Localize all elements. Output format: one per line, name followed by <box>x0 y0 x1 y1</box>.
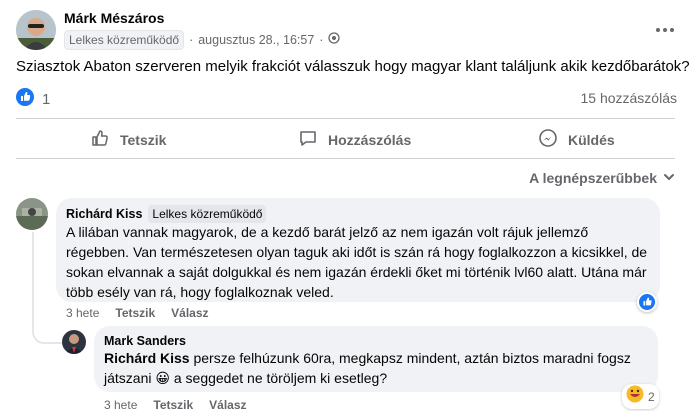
comment-age[interactable]: 3 hete <box>66 306 99 320</box>
mention-link[interactable]: Richárd Kiss <box>104 350 190 366</box>
send-button[interactable]: Küldés <box>538 128 615 151</box>
post-text: Sziasztok Abaton szerveren melyik frakci… <box>16 58 690 75</box>
reply-line-text: a seggedet ne töröljem ki esetleg? <box>173 370 388 386</box>
ellipsis-horizontal-icon <box>656 28 674 32</box>
reply-author-avatar[interactable] <box>62 330 86 354</box>
post-meta-row: Lelkes közreműködő · augusztus 28., 16:5… <box>64 30 341 50</box>
reply-bubble: Mark Sanders Richárd Kiss persze felhúzu… <box>94 326 658 392</box>
comment-author-avatar[interactable] <box>16 198 48 230</box>
speech-bubble-icon <box>298 128 318 151</box>
comment-button[interactable]: Hozzászólás <box>298 128 411 151</box>
divider <box>16 158 675 159</box>
meta-separator: · <box>319 33 324 47</box>
post-timestamp[interactable]: augusztus 28., 16:57 <box>198 33 314 47</box>
reply-actions: 3 hete Tetszik Válasz <box>104 398 247 411</box>
thumbs-up-icon <box>90 128 110 151</box>
comment-text: A lilában vannak magyarok, de a kezdő ba… <box>66 222 656 302</box>
reply-line: Richárd Kiss persze felhúzunk 60ra, megk… <box>104 348 654 368</box>
send-label: Küldés <box>568 131 615 148</box>
comment-line: több esély van rá, hogy foglalkoznak vel… <box>66 284 334 300</box>
avatar-photo-icon <box>16 10 56 50</box>
reply-line-text: persze felhúzunk 60ra, megkapsz mindent,… <box>193 350 631 366</box>
reply-line-text: játszani <box>104 370 152 386</box>
messenger-icon <box>538 128 558 151</box>
reply-age[interactable]: 3 hete <box>104 398 137 411</box>
avatar-photo-icon <box>16 198 48 230</box>
post-author-name[interactable]: Márk Mészáros <box>64 10 164 26</box>
comment-line: régebben. Van természetesen olyan taguk … <box>66 244 648 260</box>
sort-label: A legnépszerűbbek <box>529 170 657 186</box>
comment-line: A lilában vannak magyarok, de a kezdő ba… <box>66 224 589 240</box>
reply-like-link[interactable]: Tetszik <box>153 398 193 411</box>
like-reaction-icon <box>639 294 655 310</box>
like-reaction-icon <box>16 88 34 111</box>
comment-like-link[interactable]: Tetszik <box>115 306 155 320</box>
comment-label: Hozzászólás <box>328 131 412 148</box>
haha-reaction-icon <box>626 385 644 408</box>
comment-reply-link[interactable]: Válasz <box>171 306 208 320</box>
meta-separator: · <box>189 33 194 47</box>
reply-text: Richárd Kiss persze felhúzunk 60ra, megk… <box>104 348 654 388</box>
divider <box>16 118 675 119</box>
comment-author-badge: Lelkes közreműködő <box>148 205 267 223</box>
chevron-down-icon <box>663 170 675 186</box>
comment-count-link[interactable]: 15 hozzászólás <box>580 90 677 106</box>
post-author-avatar[interactable] <box>16 10 56 50</box>
post-more-button[interactable] <box>655 20 675 32</box>
reply-reaction-count: 2 <box>648 389 655 404</box>
comment-sort-dropdown[interactable]: A legnépszerűbbek <box>529 170 675 186</box>
like-button[interactable]: Tetszik <box>90 128 166 151</box>
reply-line: játszani 😀 a seggedet ne töröljem ki ese… <box>104 368 654 388</box>
reply-author-name[interactable]: Mark Sanders <box>104 334 186 348</box>
like-label: Tetszik <box>120 131 167 148</box>
grinning-emoji: 😀 <box>155 370 170 386</box>
reply-reply-link[interactable]: Válasz <box>209 398 246 411</box>
reactions-summary[interactable]: 1 <box>16 88 50 111</box>
globe-icon <box>328 31 341 49</box>
comment-bubble: Richárd Kiss Lelkes közreműködő A lilába… <box>56 198 660 302</box>
reply-reaction-summary[interactable]: 2 <box>622 384 659 409</box>
comment-reaction-badge[interactable] <box>637 292 657 312</box>
comment-actions: 3 hete Tetszik Válasz <box>66 306 209 320</box>
comment-author-name[interactable]: Richárd Kiss <box>66 207 142 221</box>
comment-line: sokan elvannak a saját dolgukkal és nem … <box>66 264 647 280</box>
post-author-badge: Lelkes közreműködő <box>64 30 185 50</box>
reaction-count: 1 <box>42 91 51 108</box>
avatar-photo-icon <box>62 330 86 354</box>
